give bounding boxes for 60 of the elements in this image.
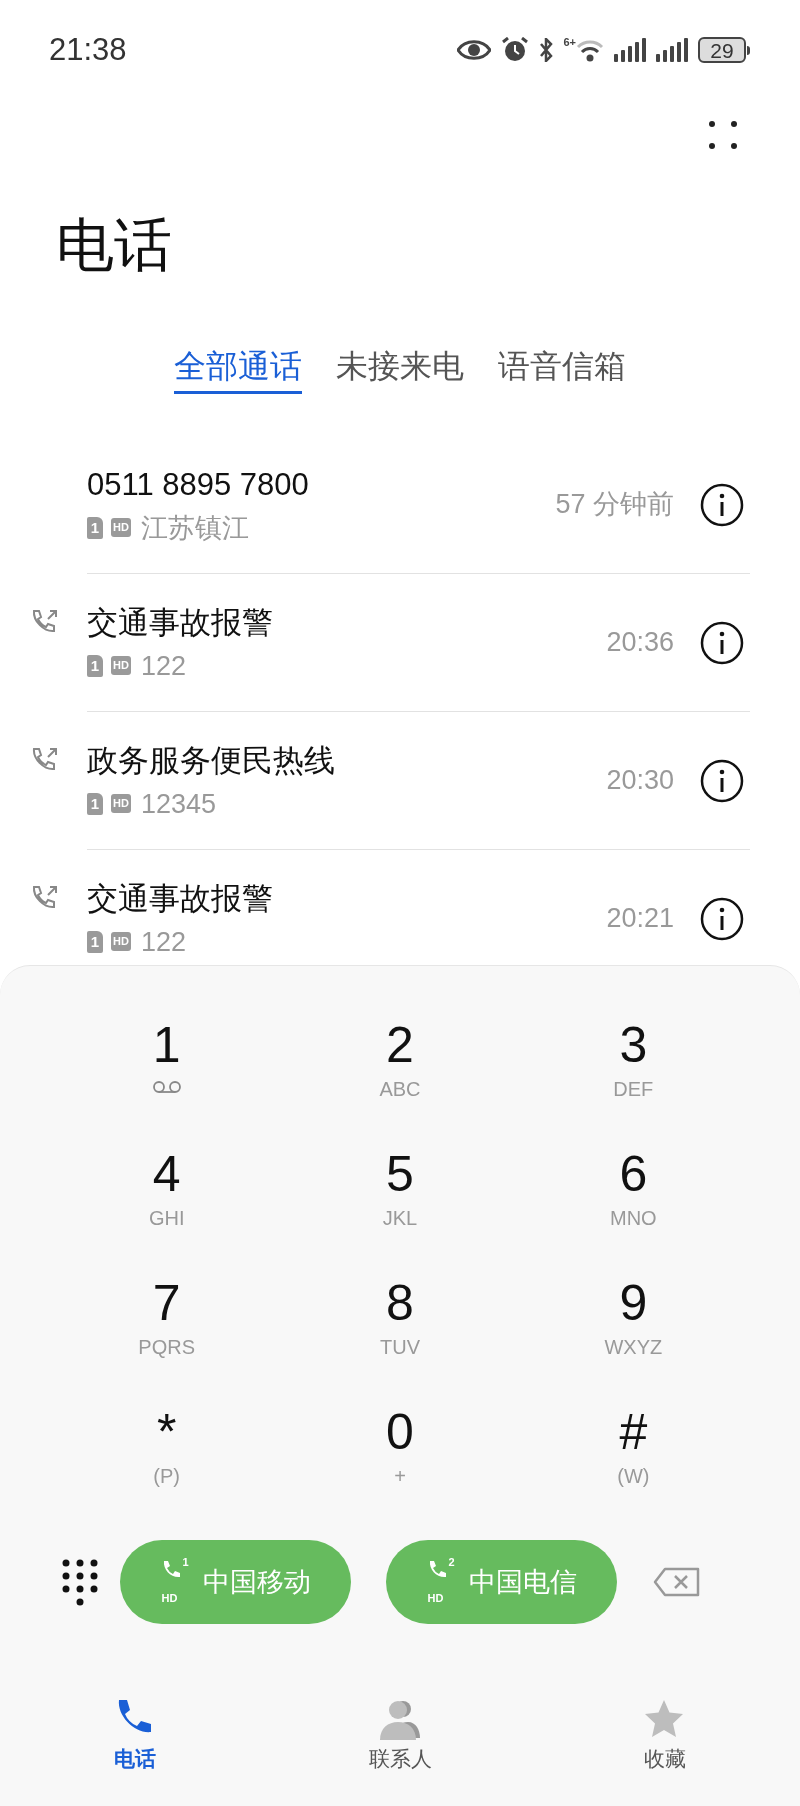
info-icon[interactable] <box>700 620 744 665</box>
tab[interactable]: 语音信箱 <box>498 340 626 394</box>
signal-icon <box>614 38 646 62</box>
sim-badge: 1 <box>87 930 103 953</box>
dial-key[interactable]: 9 WXYZ <box>516 1274 750 1403</box>
contact-name: 交通事故报警 <box>87 603 273 642</box>
sim-badge: 1 <box>87 516 103 539</box>
call-detail: 122 <box>140 925 186 959</box>
info-icon[interactable] <box>700 758 744 803</box>
nav-tab[interactable]: 电话 <box>70 1698 200 1806</box>
page-title: 电话 <box>56 216 172 274</box>
wifi-label: 6+ <box>563 37 576 48</box>
hd-badge: HD <box>111 794 131 813</box>
hd-badge: HD <box>111 518 131 537</box>
dial-key[interactable]: # (W) <box>516 1403 750 1532</box>
clock: 21:38 <box>49 30 127 69</box>
dial-key[interactable]: 6 MNO <box>516 1145 750 1274</box>
contact-name: 交通事故报警 <box>87 879 273 918</box>
alarm-icon <box>501 37 530 63</box>
backspace-icon[interactable] <box>653 1567 701 1597</box>
sim-label: 1 <box>182 1557 189 1568</box>
more-icon[interactable] <box>706 118 740 152</box>
battery-icon: 29 <box>698 37 746 63</box>
sim-label: 2 <box>448 1557 455 1568</box>
info-icon[interactable] <box>700 482 744 527</box>
nav-tab[interactable]: 收藏 <box>600 1698 730 1806</box>
call-detail: 江苏镇江 <box>140 511 249 545</box>
dial-key[interactable]: 7 PQRS <box>50 1274 284 1403</box>
call-time: 57 分钟前 <box>555 488 674 522</box>
call-time: 20:36 <box>606 626 674 660</box>
dial-key[interactable]: 0 + <box>283 1403 517 1532</box>
dialpad-icon[interactable] <box>60 1558 100 1606</box>
dial-key[interactable]: 5 JKL <box>283 1145 517 1274</box>
sim-badge: 1 <box>87 654 103 677</box>
dial-key[interactable]: 3 DEF <box>516 1016 750 1145</box>
dial-key[interactable]: 8 TUV <box>283 1274 517 1403</box>
dial-key[interactable]: 2 ABC <box>283 1016 517 1145</box>
signal-icon <box>656 38 688 62</box>
person-icon <box>378 1698 422 1742</box>
call-detail: 122 <box>140 649 186 683</box>
hd-label: HD <box>427 1593 444 1604</box>
sim-badge: 1 <box>87 792 103 815</box>
contact-name: 政务服务便民热线 <box>87 741 335 780</box>
contact-name: 0511 8895 7800 <box>87 465 309 504</box>
voicemail-icon <box>151 1080 182 1094</box>
call-detail: 12345 <box>140 787 216 821</box>
hd-badge: HD <box>111 932 131 951</box>
tab[interactable]: 未接来电 <box>336 340 464 394</box>
hd-badge: HD <box>111 656 131 675</box>
tab[interactable]: 全部通话 <box>174 340 302 394</box>
bluetooth-icon <box>539 38 554 62</box>
dial-key[interactable]: * (P) <box>50 1403 284 1532</box>
call-time: 20:21 <box>606 902 674 936</box>
info-icon[interactable] <box>700 896 744 941</box>
dial-key[interactable]: 1 <box>50 1016 284 1145</box>
nav-tab[interactable]: 联系人 <box>335 1698 465 1806</box>
hd-label: HD <box>161 1593 178 1604</box>
dial-key[interactable]: 4 GHI <box>50 1145 284 1274</box>
call-time: 20:30 <box>606 764 674 798</box>
eye-icon <box>457 39 492 61</box>
